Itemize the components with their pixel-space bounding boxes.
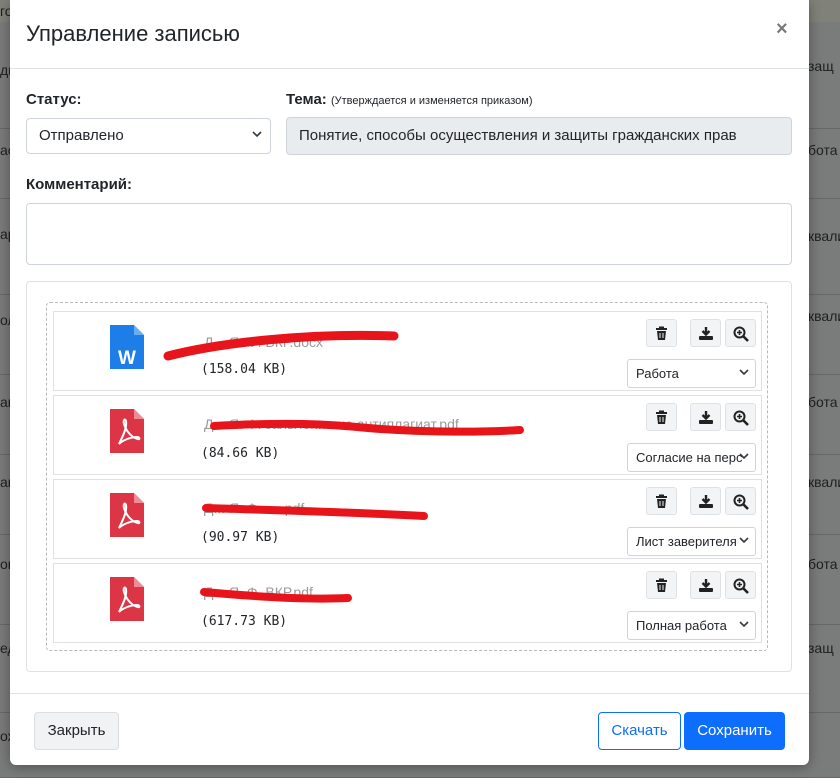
background-header-text: го: [0, 3, 10, 19]
file-item: Д... Я. Ф. ВКР.pdf (617.73 KB) Полная ра…: [53, 563, 762, 643]
background-row-text: защ: [808, 640, 834, 656]
chevron-down-icon: [739, 444, 749, 471]
download-icon: [699, 579, 713, 592]
zoom-in-icon: [733, 326, 749, 342]
background-row-text: ас: [0, 142, 10, 158]
file-name[interactable]: Д... Я. Ф. ВКР.docx: [163, 330, 399, 361]
comment-textarea[interactable]: [26, 203, 792, 265]
file-dropzone[interactable]: W Д... Я. Ф. ВКР.docx (158.04 KB) Работа…: [46, 302, 768, 651]
close-icon[interactable]: ×: [776, 18, 788, 41]
modal-title: Управление записью: [26, 21, 240, 46]
file-category-value: Работа: [636, 366, 679, 381]
preview-file-button[interactable]: [725, 403, 756, 431]
save-button[interactable]: Сохранить: [684, 712, 785, 750]
background-row-text: ох: [0, 728, 10, 744]
preview-file-button[interactable]: [725, 571, 756, 599]
modal-header: Управление записью ×: [10, 0, 809, 69]
download-icon: [699, 495, 713, 508]
download-file-button[interactable]: [690, 487, 721, 515]
file-category-select[interactable]: Лист заверителя: [627, 527, 756, 556]
download-button[interactable]: Скачать: [598, 712, 681, 750]
background-row-text: ди: [0, 62, 10, 78]
delete-file-button[interactable]: [646, 487, 677, 515]
modal-footer: Закрыть Скачать Сохранить: [10, 693, 809, 766]
zoom-in-icon: [733, 410, 749, 426]
file-item: Д... Я. Ф. ... .pdf (90.97 KB) Лист заве…: [53, 479, 762, 559]
zoom-in-icon: [733, 578, 749, 594]
word-file-icon: W: [110, 325, 144, 369]
pdf-file-icon: [110, 493, 144, 537]
file-category-value: Лист заверителя: [636, 534, 737, 549]
file-name[interactable]: Д... Я. Ф. ... .pdf: [202, 500, 428, 520]
delete-file-button[interactable]: [646, 571, 677, 599]
status-select-value: Отправлено: [39, 127, 124, 144]
file-category-select[interactable]: Согласие на перс: [627, 443, 756, 472]
preview-file-button[interactable]: [725, 319, 756, 347]
redaction-mark: [210, 419, 524, 436]
file-category-select[interactable]: Полная работа: [627, 611, 756, 640]
background-row-text: защ: [808, 58, 834, 74]
download-file-button[interactable]: [690, 571, 721, 599]
file-category-value: Согласие на перс: [636, 450, 743, 465]
trash-icon: [656, 326, 667, 340]
background-row-text: ак: [0, 474, 10, 490]
background-row-text: ов: [0, 556, 10, 572]
comment-label: Комментарий:: [26, 176, 133, 193]
chevron-down-icon: [252, 119, 262, 153]
download-icon: [699, 411, 713, 424]
file-item: W Д... Я. Ф. ВКР.docx (158.04 KB) Работа: [53, 311, 762, 391]
pdf-file-icon: [110, 577, 144, 621]
file-size: (158.04 KB): [201, 362, 288, 377]
redaction-mark: [200, 588, 352, 603]
delete-file-button[interactable]: [646, 319, 677, 347]
background-row-text: квали: [808, 308, 840, 324]
zoom-in-icon: [733, 494, 749, 510]
trash-icon: [656, 410, 667, 424]
background-row-text: ар: [0, 226, 10, 242]
chevron-down-icon: [739, 612, 749, 639]
file-category-value: Полная работа: [636, 618, 727, 633]
theme-note: (Утверждается и изменяется приказом): [330, 95, 533, 107]
background-row-text: ол: [0, 312, 10, 328]
download-icon: [699, 327, 713, 340]
chevron-down-icon: [739, 528, 749, 555]
file-size: (617.73 KB): [201, 614, 288, 629]
close-button[interactable]: Закрыть: [34, 712, 119, 750]
background-row-text: квали: [808, 228, 840, 244]
file-size: (84.66 KB): [201, 446, 280, 461]
status-label: Статус:: [26, 91, 82, 108]
background-row-text: бота: [808, 142, 838, 158]
delete-file-button[interactable]: [646, 403, 677, 431]
background-row-text: квали: [808, 474, 840, 490]
status-select[interactable]: Отправлено: [26, 118, 271, 154]
file-name[interactable]: Д... Я. Ф. заявление на антиплагиат.pdf: [204, 416, 524, 436]
background-row-text: бота: [808, 556, 838, 572]
theme-label-text: Тема:: [286, 91, 327, 108]
pdf-file-icon: [110, 409, 144, 453]
chevron-down-icon: [739, 360, 749, 387]
redaction-mark: [163, 330, 399, 361]
background-row-text: бота: [808, 394, 838, 410]
trash-icon: [656, 578, 667, 592]
theme-field[interactable]: Понятие, способы осуществления и защиты …: [286, 117, 792, 155]
file-size: (90.97 KB): [201, 530, 280, 545]
trash-icon: [656, 494, 667, 508]
background-row-text: ав: [0, 394, 10, 410]
theme-label: Тема: (Утверждается и изменяется приказо…: [286, 91, 533, 108]
preview-file-button[interactable]: [725, 487, 756, 515]
record-management-modal: Управление записью × Статус: Отправлено …: [10, 0, 809, 765]
redaction-mark: [202, 504, 428, 520]
svg-text:W: W: [118, 348, 136, 369]
file-category-select[interactable]: Работа: [627, 359, 756, 388]
file-name[interactable]: Д... Я. Ф. ВКР.pdf: [200, 584, 352, 603]
download-file-button[interactable]: [690, 403, 721, 431]
file-item: Д... Я. Ф. заявление на антиплагиат.pdf …: [53, 395, 762, 475]
download-file-button[interactable]: [690, 319, 721, 347]
background-row-text: ед: [0, 640, 10, 656]
files-card: W Д... Я. Ф. ВКР.docx (158.04 KB) Работа…: [26, 281, 792, 672]
